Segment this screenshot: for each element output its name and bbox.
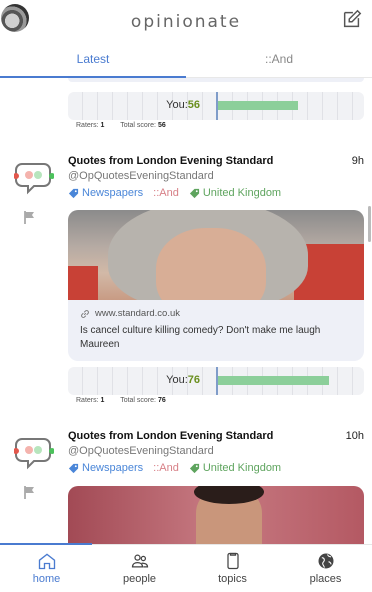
tag-icon (68, 463, 79, 473)
your-score: You:76 (166, 374, 200, 386)
post-tags: Newspapers ::And United Kingdom (68, 187, 281, 199)
people-icon (131, 554, 148, 568)
flag-icon[interactable] (23, 210, 37, 224)
scrollbar-thumb[interactable] (368, 206, 371, 242)
link-preview-card[interactable]: www.standard.co.uk Is cancel culture kil… (68, 210, 364, 361)
link-headline: Is cancel culture killing comedy? Don't … (80, 325, 321, 350)
compose-icon[interactable] (341, 8, 363, 30)
link-icon (81, 309, 89, 318)
score-bar (218, 101, 298, 110)
score-slider[interactable]: You:56 (68, 92, 364, 120)
article-image[interactable] (68, 486, 364, 544)
previous-link-card[interactable] (68, 78, 364, 82)
tag-icon (68, 188, 79, 198)
score-stats: Raters: 1 Total score: 56 (76, 122, 166, 129)
nav-places[interactable]: places (279, 545, 372, 592)
post-tags: Newspapers ::And United Kingdom (68, 462, 281, 474)
nav-people[interactable]: people (93, 545, 186, 592)
home-icon (38, 553, 55, 570)
globe-icon (318, 553, 333, 569)
tag-icon (189, 463, 199, 473)
score-slider[interactable]: You:76 (68, 367, 364, 395)
feed[interactable]: You:56 Raters: 1 Total score: 56 Quotes … (0, 78, 372, 544)
app-header: opinionate (0, 0, 372, 44)
tag-icon (189, 188, 199, 198)
tag-united-kingdom[interactable]: United Kingdom (189, 187, 281, 199)
app-brand: opinionate (130, 12, 242, 32)
bottom-nav: home people topics places (0, 545, 372, 592)
post-title[interactable]: Quotes from London Evening Standard (68, 155, 273, 167)
tab-and[interactable]: ::And (186, 44, 372, 77)
tag-newspapers[interactable]: Newspapers (68, 462, 143, 474)
flag-icon[interactable] (23, 485, 37, 499)
post-time: 10h (345, 430, 364, 442)
feed-tabs: Latest ::And (0, 44, 372, 78)
tag-newspapers[interactable]: Newspapers (68, 187, 143, 199)
article-image (68, 210, 364, 300)
tag-and[interactable]: ::And (153, 187, 179, 199)
post-title[interactable]: Quotes from London Evening Standard (68, 430, 273, 442)
post-time: 9h (351, 155, 364, 167)
topics-icon (226, 552, 239, 570)
score-stats: Raters: 1 Total score: 76 (76, 397, 166, 404)
link-domain: www.standard.co.uk (80, 308, 354, 319)
nav-home[interactable]: home (0, 545, 93, 592)
opinion-bubble-icon (14, 438, 54, 470)
nav-topics[interactable]: topics (186, 545, 279, 592)
post-handle[interactable]: @OpQuotesEveningStandard (68, 445, 214, 457)
tab-latest[interactable]: Latest (0, 44, 186, 77)
your-score: You:56 (166, 99, 200, 111)
opinion-bubble-icon (14, 163, 54, 195)
tag-and[interactable]: ::And (153, 462, 179, 474)
tag-united-kingdom[interactable]: United Kingdom (189, 462, 281, 474)
post-handle[interactable]: @OpQuotesEveningStandard (68, 170, 214, 182)
score-bar (218, 376, 329, 385)
